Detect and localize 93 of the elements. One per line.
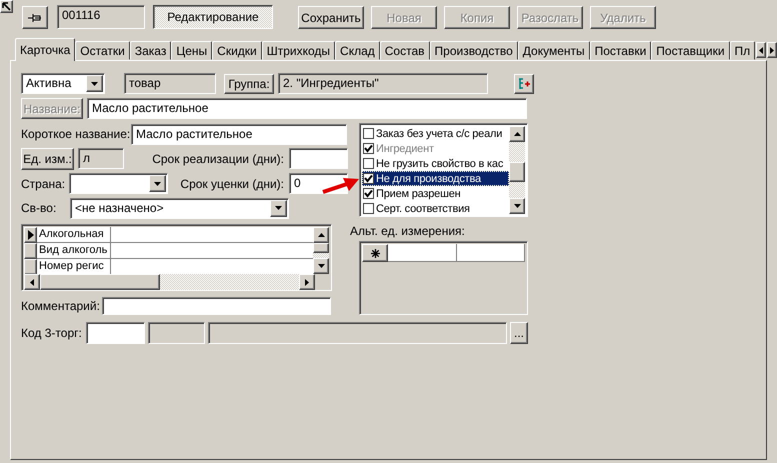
up-arrow-icon: [514, 132, 520, 136]
new-row-cell[interactable]: [456, 244, 525, 262]
property-label: Св-во:: [21, 201, 58, 215]
down-arrow-icon: [514, 204, 520, 208]
new-row-button[interactable]: [362, 244, 388, 262]
tab[interactable]: Штрихкоды: [262, 41, 336, 60]
right-arrow-icon: [305, 278, 309, 286]
left-arrow-icon: [759, 46, 764, 54]
edit-mode-button[interactable]: Редактирование: [153, 5, 273, 29]
dropdown-arrow-icon: [154, 182, 161, 186]
checkbox[interactable]: [363, 203, 374, 214]
group-field[interactable]: 2. "Ингредиенты": [278, 73, 488, 94]
row-indicator[interactable]: [24, 243, 37, 259]
country-label: Страна:: [21, 176, 66, 190]
checklist-label: Заказ без учета с/с реали: [376, 128, 502, 140]
current-row-icon: [28, 230, 34, 240]
checkbox[interactable]: [363, 188, 374, 199]
pin-icon: [28, 12, 42, 22]
checkbox[interactable]: [363, 158, 374, 169]
vertical-scrollbar[interactable]: [509, 126, 525, 214]
checklist-label: Серт. соответствия: [376, 202, 470, 214]
asterisk-icon: [370, 248, 380, 258]
horizontal-scrollbar[interactable]: [24, 274, 315, 290]
status-dropdown[interactable]: Активна: [21, 73, 105, 94]
tab[interactable]: Карточка: [15, 38, 76, 61]
checklist-item[interactable]: Прием разрешен: [362, 186, 509, 201]
corner-button[interactable]: [0, 0, 13, 13]
tab[interactable]: Производство: [430, 41, 518, 60]
tab[interactable]: Пл: [730, 41, 756, 60]
checklist-item[interactable]: Не для производства: [362, 171, 509, 186]
down-arrow-icon: [318, 264, 324, 268]
shelf-life-label: Срок реализации (дни):: [151, 152, 285, 166]
toolbar-button[interactable]: Сохранить: [298, 6, 364, 29]
tab[interactable]: Поставки: [590, 41, 652, 60]
new-row-cell[interactable]: [388, 244, 456, 262]
code-3torg-field[interactable]: [148, 322, 205, 344]
group-button[interactable]: Группа:: [224, 74, 274, 94]
alt-units-label: Альт. ед. измерения:: [350, 224, 466, 238]
checklist-item[interactable]: Не грузить свойство в кас: [362, 156, 509, 171]
browse-button[interactable]: ...: [510, 322, 528, 344]
tab[interactable]: Цены: [171, 41, 212, 60]
dropdown-arrow-icon: [91, 82, 98, 86]
checklist-label: Не для производства: [376, 172, 481, 184]
tree-add-icon: [518, 78, 530, 90]
checklist-label: Прием разрешен: [376, 188, 461, 200]
checklist-label: Не грузить свойство в кас: [376, 158, 504, 170]
code-3torg-label: Код 3-торг:: [21, 326, 83, 340]
tab[interactable]: Поставщики: [651, 41, 730, 60]
arrow-icon: [2, 2, 11, 11]
vertical-scrollbar[interactable]: [313, 227, 329, 274]
checkbox[interactable]: [363, 173, 374, 184]
markdown-days-field[interactable]: 0: [289, 173, 348, 194]
tab[interactable]: Состав: [380, 41, 430, 60]
unit-button[interactable]: Ед. изм.:: [21, 148, 74, 170]
short-name-label: Короткое название:: [21, 127, 131, 141]
dropdown-arrow-icon: [275, 206, 282, 210]
left-arrow-icon: [30, 278, 34, 286]
checkbox[interactable]: [363, 128, 374, 139]
tab[interactable]: Остатки: [75, 41, 130, 60]
markdown-days-label: Срок уценки (дни):: [179, 176, 285, 190]
annotation-arrow: [321, 175, 361, 195]
code-3torg-name-field[interactable]: [208, 322, 507, 344]
tab[interactable]: Скидки: [212, 41, 262, 60]
row-indicator[interactable]: [24, 259, 37, 275]
property-name-cell: Вид алкоголь: [37, 243, 111, 258]
tab[interactable]: Заказ: [130, 41, 172, 60]
checklist-item[interactable]: Заказ без учета с/с реали: [362, 126, 509, 141]
shelf-life-field[interactable]: [289, 148, 348, 169]
comment-field[interactable]: [102, 297, 331, 315]
property-name-cell: Алкогольная: [37, 227, 111, 242]
tab-scroll-right-button[interactable]: [767, 42, 777, 58]
pin-button[interactable]: [22, 6, 48, 29]
name-field[interactable]: Масло растительное: [87, 98, 527, 119]
tab-scroll-left-button[interactable]: [756, 42, 766, 58]
scrollbar-thumb[interactable]: [313, 243, 329, 253]
right-arrow-icon: [770, 46, 774, 54]
up-arrow-icon: [318, 233, 324, 237]
scrollbar-thumb[interactable]: [509, 162, 525, 182]
code-3torg-field[interactable]: [86, 322, 145, 344]
add-to-tree-button[interactable]: [514, 74, 534, 94]
short-name-field[interactable]: Масло растительное: [131, 124, 347, 144]
country-dropdown[interactable]: [69, 173, 168, 194]
type-field[interactable]: товар: [124, 73, 216, 94]
row-indicator[interactable]: [24, 227, 37, 243]
scrollbar-thumb[interactable]: [40, 274, 160, 290]
property-dropdown[interactable]: <не назначено>: [70, 198, 289, 218]
comment-label: Комментарий:: [21, 299, 101, 313]
tab[interactable]: Склад: [335, 41, 380, 60]
checklist-item[interactable]: Серт. соответствия: [362, 201, 509, 214]
tab[interactable]: Документы: [518, 41, 590, 60]
checklist-label: Ингредиент: [376, 142, 434, 154]
unit-field[interactable]: л: [78, 148, 124, 169]
code-field[interactable]: 001116: [57, 5, 145, 29]
